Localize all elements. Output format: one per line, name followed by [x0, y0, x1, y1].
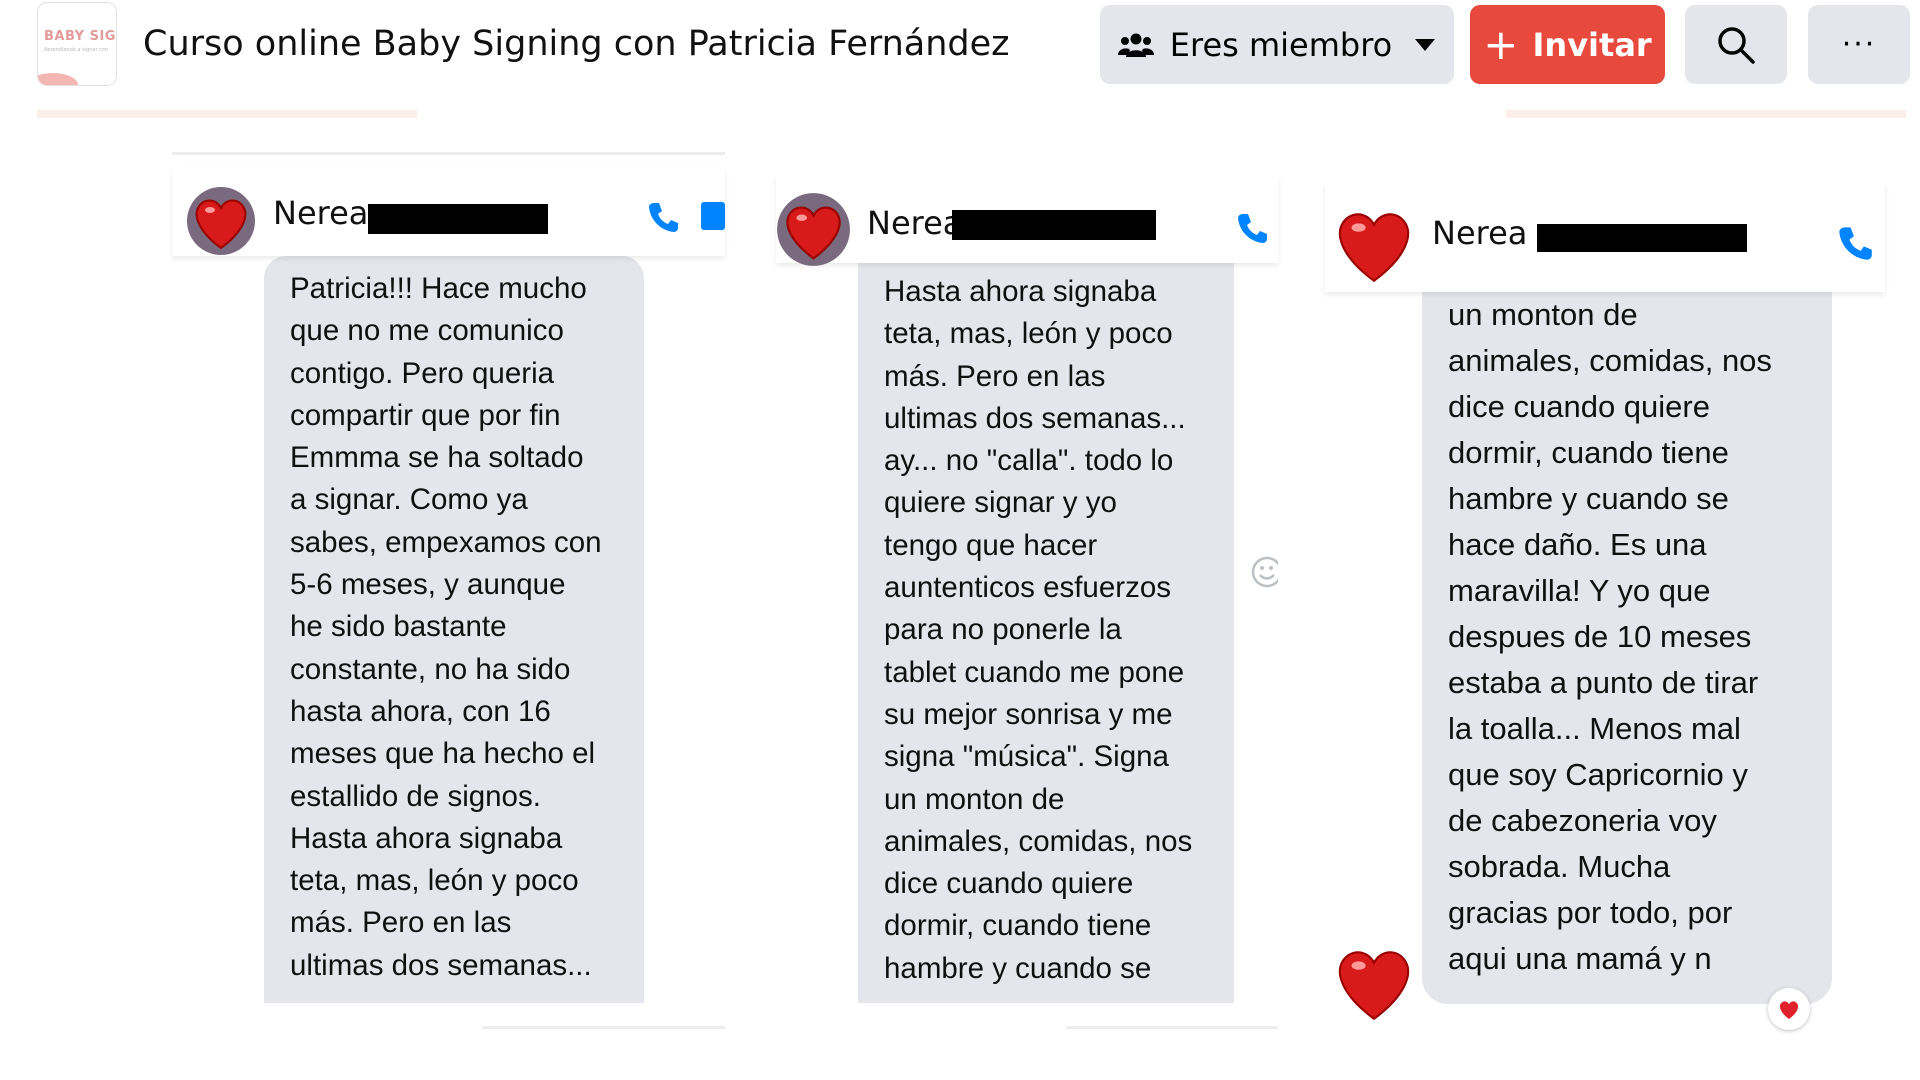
- more-icon: ···: [1841, 27, 1877, 62]
- header-divider-right: [1506, 110, 1906, 118]
- message-bubble: un monton de animales, comidas, nos dice…: [1422, 292, 1832, 1004]
- caret-down-icon: [1415, 38, 1436, 51]
- search-icon: [1718, 26, 1755, 64]
- phone-icon[interactable]: [1235, 211, 1269, 245]
- phone-icon[interactable]: [646, 200, 680, 234]
- group-title[interactable]: Curso online Baby Signing con Patricia F…: [143, 24, 1010, 64]
- avatar[interactable]: [1325, 932, 1423, 1030]
- member-status-label: Eres miembro: [1169, 25, 1393, 64]
- avatar[interactable]: [1325, 194, 1423, 292]
- phone-icon[interactable]: [1836, 224, 1874, 262]
- redacted-surname: [952, 210, 1156, 240]
- video-icon[interactable]: [701, 202, 725, 230]
- contact-name: Nerea: [273, 194, 369, 232]
- message-bubble: Hasta ahora signaba teta, mas, león y po…: [858, 263, 1234, 1003]
- message-text: Patricia!!! Hace mucho que no me comunic…: [290, 272, 602, 982]
- group-logo[interactable]: BABY SIGNI Aprendiendo a signar con: [37, 2, 117, 86]
- chat-header: Nerea: [172, 168, 725, 256]
- chat-screenshot-1: Nerea Patricia!!! Hace mucho que no me c…: [172, 152, 725, 1040]
- invite-label: Invitar: [1532, 25, 1652, 64]
- header-divider-left: [37, 110, 417, 118]
- divider: [1066, 1026, 1278, 1029]
- member-status-button[interactable]: Eres miembro: [1100, 5, 1454, 84]
- divider: [482, 1026, 725, 1029]
- logo-decoration: [38, 73, 78, 85]
- redacted-surname: [368, 204, 548, 234]
- chat-header: Nerea: [776, 175, 1278, 266]
- message-text: Hasta ahora signaba teta, mas, león y po…: [884, 275, 1193, 985]
- redacted-surname: [1537, 224, 1747, 252]
- plus-icon: +: [1483, 19, 1519, 69]
- emoji-reaction-icon[interactable]: [1250, 555, 1278, 589]
- logo-text: BABY SIGNI: [44, 29, 116, 44]
- group-icon: [1117, 33, 1154, 57]
- heart-reaction-badge[interactable]: [1768, 988, 1810, 1030]
- chat-screenshot-2: Nerea Hasta ahora signaba teta, mas, leó…: [776, 152, 1278, 1040]
- avatar[interactable]: [186, 186, 256, 256]
- contact-name: Nerea: [1432, 214, 1528, 252]
- contact-name: Nerea: [867, 204, 963, 242]
- more-options-button[interactable]: ···: [1808, 5, 1910, 84]
- message-text: un monton de animales, comidas, nos dice…: [1448, 297, 1772, 976]
- heart-icon: [1779, 1001, 1799, 1020]
- invite-button[interactable]: + Invitar: [1470, 5, 1665, 84]
- chat-screenshot-3: Nerea un monton de animales, comidas, no…: [1325, 152, 1885, 1040]
- logo-subtext: Aprendiendo a signar con: [44, 47, 109, 53]
- divider: [172, 152, 725, 155]
- search-button[interactable]: [1685, 5, 1787, 84]
- avatar[interactable]: [776, 192, 851, 267]
- group-header: BABY SIGNI Aprendiendo a signar con Curs…: [0, 0, 1920, 118]
- message-bubble: Patricia!!! Hace mucho que no me comunic…: [264, 256, 644, 1003]
